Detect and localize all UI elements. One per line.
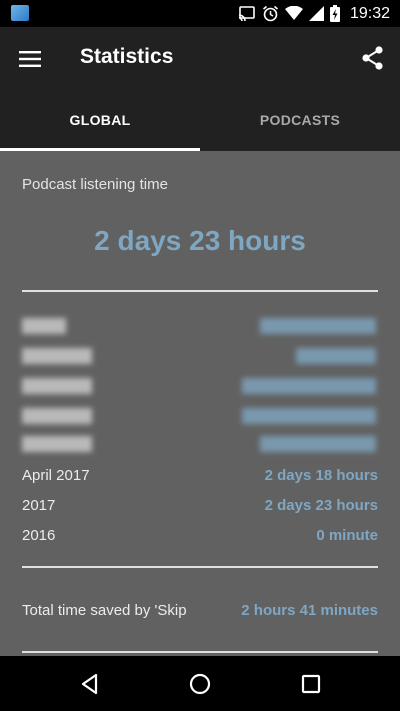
total-listening-time: 2 days 23 hours	[94, 225, 306, 256]
home-icon[interactable]	[186, 670, 214, 698]
tab-podcasts[interactable]: PODCASTS	[200, 91, 400, 151]
redacted-value	[296, 348, 376, 364]
wifi-icon	[284, 6, 303, 20]
battery-charging-icon	[329, 5, 340, 22]
redacted-row	[0, 408, 400, 424]
status-bar: 19:32	[0, 0, 400, 27]
redacted-label	[22, 318, 66, 334]
redacted-label	[22, 436, 92, 452]
redacted-label	[22, 348, 92, 364]
stat-value: 2 days 18 hours	[264, 467, 378, 484]
redacted-value	[242, 378, 376, 394]
divider	[22, 290, 378, 292]
status-time: 19:32	[349, 4, 390, 22]
stat-value: 2 hours 41 minutes	[241, 602, 378, 619]
redacted-value	[260, 436, 376, 452]
status-icons: 19:32	[238, 0, 390, 27]
redacted-label	[22, 408, 92, 424]
redacted-row	[0, 436, 400, 452]
redacted-row	[0, 348, 400, 364]
redacted-value	[260, 318, 376, 334]
screen: 19:32 Statistics GLOBAL PODCASTS Podcast…	[0, 0, 400, 711]
redacted-value	[242, 408, 376, 424]
stat-label: 2016	[22, 527, 56, 544]
listening-time-label: Podcast listening time	[22, 176, 168, 193]
signal-icon	[308, 6, 324, 21]
stat-label: Total time saved by 'Skip	[22, 602, 187, 619]
page-title: Statistics	[80, 45, 174, 68]
cast-icon	[238, 5, 255, 21]
alarm-icon	[262, 5, 278, 22]
divider	[22, 651, 378, 653]
back-icon[interactable]	[76, 670, 104, 698]
redacted-label	[22, 378, 92, 394]
stat-label: April 2017	[22, 467, 90, 484]
tab-global[interactable]: GLOBAL	[0, 91, 200, 151]
stat-row-april-2017: April 2017 2 days 18 hours	[22, 467, 378, 489]
app-notification-icon	[11, 5, 29, 21]
stat-row-2017: 2017 2 days 23 hours	[22, 497, 378, 519]
recents-icon[interactable]	[297, 670, 325, 698]
stat-label: 2017	[22, 497, 56, 514]
statistics-content[interactable]: Podcast listening time 2 days 23 hours A…	[0, 151, 400, 656]
stat-value: 2 days 23 hours	[264, 497, 378, 514]
share-icon[interactable]	[360, 45, 386, 71]
redacted-row	[0, 318, 400, 334]
stat-row-skip-saved: Total time saved by 'Skip 2 hours 41 min…	[22, 602, 378, 624]
menu-icon[interactable]	[18, 47, 42, 71]
stat-value: 0 minute	[316, 527, 378, 544]
app-bar: Statistics	[0, 27, 400, 91]
redacted-row	[0, 378, 400, 394]
navigation-bar	[0, 656, 400, 711]
stat-row-2016: 2016 0 minute	[22, 527, 378, 549]
divider	[22, 566, 378, 568]
tab-bar: GLOBAL PODCASTS	[0, 91, 400, 151]
